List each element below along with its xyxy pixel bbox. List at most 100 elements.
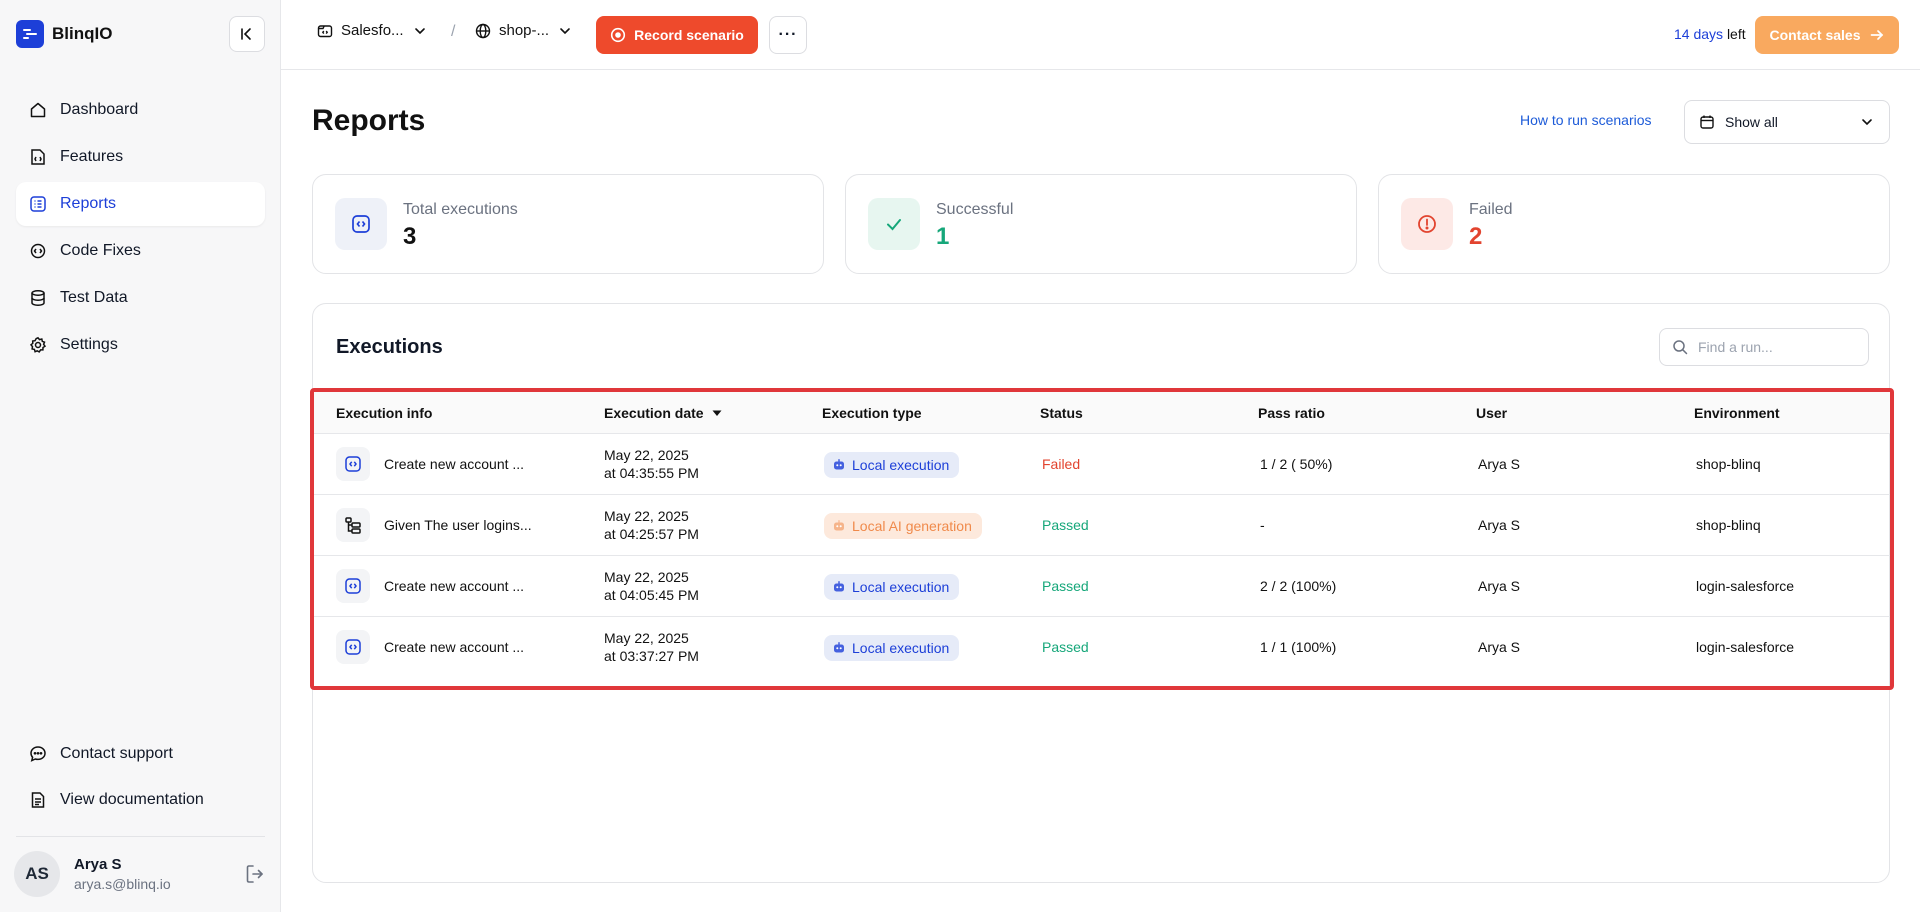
execution-date: May 22, 2025 at 03:37:27 PM (604, 629, 699, 665)
execution-date: May 22, 2025 at 04:25:57 PM (604, 507, 699, 543)
database-icon (28, 288, 48, 308)
table-row[interactable]: Create new account ... May 22, 2025 at 0… (314, 556, 1890, 617)
project-selector[interactable]: Salesfo... (317, 22, 428, 39)
logout-icon[interactable] (244, 863, 266, 885)
sidebar-item-label: Test Data (60, 289, 128, 306)
top-bar: Salesfo... / shop-... Record scenario ··… (281, 0, 1920, 70)
table-row[interactable]: Create new account ... May 22, 2025 at 0… (314, 617, 1890, 678)
column-user[interactable]: User (1476, 405, 1507, 421)
execution-info[interactable]: Given The user logins... (384, 517, 532, 533)
search-box[interactable] (1659, 328, 1869, 366)
trial-status: 14 days left (1674, 26, 1746, 42)
search-input[interactable] (1698, 339, 1848, 355)
features-icon (28, 147, 48, 167)
sidebar-nav: Dashboard Features Reports Code Fixes Te… (16, 88, 265, 370)
robot-icon (834, 459, 844, 470)
execution-type-badge: Local AI generation (824, 513, 982, 539)
how-to-run-link[interactable]: How to run scenarios (1520, 112, 1652, 128)
contact-sales-button[interactable]: Contact sales (1755, 16, 1899, 54)
user-name: Arya S (1478, 517, 1521, 533)
execution-info[interactable]: Create new account ... (384, 456, 524, 472)
record-scenario-button[interactable]: Record scenario (596, 16, 758, 54)
column-execution-info[interactable]: Execution info (336, 405, 432, 421)
globe-icon (475, 23, 491, 38)
failed-card: Failed 2 (1378, 174, 1890, 274)
environment-selector[interactable]: shop-... (475, 22, 573, 39)
total-executions-card: Total executions 3 (312, 174, 824, 274)
sort-desc-icon[interactable] (710, 406, 724, 420)
record-icon (611, 27, 626, 43)
arrow-right-icon (1870, 30, 1883, 40)
view-documentation-label: View documentation (60, 791, 204, 808)
sidebar-divider (16, 836, 265, 837)
user-name: Arya S (1478, 578, 1521, 594)
sidebar: BlinqIO Dashboard Features Reports Code … (0, 0, 281, 912)
execution-info[interactable]: Create new account ... (384, 639, 524, 655)
failed-value: 2 (1469, 223, 1483, 250)
trial-days: 14 days (1674, 26, 1724, 42)
status-badge: Failed (1042, 456, 1081, 472)
environment-name: login-salesforce (1696, 639, 1795, 655)
search-icon (1673, 340, 1688, 355)
sidebar-item-label: Reports (60, 195, 117, 212)
project-icon (317, 24, 333, 37)
execution-date: May 22, 2025 at 04:35:55 PM (604, 446, 699, 482)
view-documentation-link[interactable]: View documentation (16, 778, 265, 822)
sidebar-item-dashboard[interactable]: Dashboard (16, 88, 265, 132)
user-name: Arya S (1478, 639, 1521, 655)
robot-icon (834, 581, 844, 592)
execution-type-label: Local execution (852, 579, 950, 595)
execution-date-time: at 04:35:55 PM (604, 465, 699, 481)
collapse-icon (241, 28, 251, 40)
sidebar-item-reports[interactable]: Reports (16, 182, 265, 226)
column-environment[interactable]: Environment (1694, 405, 1780, 421)
sidebar-item-features[interactable]: Features (16, 135, 265, 179)
sidebar-item-code-fixes[interactable]: Code Fixes (16, 229, 265, 273)
contact-support-link[interactable]: Contact support (16, 732, 265, 776)
user-profile[interactable]: AS Arya S arya.s@blinq.io (14, 851, 171, 897)
column-execution-type[interactable]: Execution type (822, 405, 922, 421)
environment-name: shop-... (499, 22, 550, 39)
chevron-down-icon (560, 27, 570, 34)
execution-date-time: at 04:25:57 PM (604, 526, 699, 542)
column-status[interactable]: Status (1040, 405, 1083, 421)
table-row[interactable]: Given The user logins... May 22, 2025 at… (314, 495, 1890, 556)
sidebar-item-test-data[interactable]: Test Data (16, 276, 265, 320)
column-pass-ratio[interactable]: Pass ratio (1258, 405, 1325, 421)
execution-date-time: at 04:05:45 PM (604, 587, 699, 603)
date-filter-dropdown[interactable]: Show all (1684, 100, 1890, 144)
execution-type-label: Local execution (852, 457, 950, 473)
column-execution-date[interactable]: Execution date (604, 405, 724, 421)
robot-icon (834, 520, 844, 531)
date-filter-value: Show all (1725, 114, 1778, 130)
robot-icon (834, 642, 844, 653)
execution-date: May 22, 2025 at 04:05:45 PM (604, 568, 699, 604)
executions-table: Execution info Execution date Execution … (310, 388, 1894, 690)
user-name: Arya S (1478, 456, 1521, 472)
column-execution-date-label: Execution date (604, 405, 704, 421)
app-name: BlinqIO (52, 24, 113, 43)
successful-value: 1 (936, 223, 950, 250)
more-options-button[interactable]: ··· (769, 16, 807, 54)
table-row[interactable]: Create new account ... May 22, 2025 at 0… (314, 434, 1890, 495)
contact-support-label: Contact support (60, 745, 173, 762)
reports-icon (28, 194, 48, 214)
trial-suffix: left (1726, 26, 1746, 42)
code-icon (335, 198, 387, 250)
execution-info[interactable]: Create new account ... (384, 578, 524, 594)
failed-label: Failed (1469, 201, 1513, 218)
execution-date-day: May 22, 2025 (604, 630, 689, 646)
sidebar-item-label: Code Fixes (60, 242, 141, 259)
sidebar-bottom-nav: Contact support View documentation (16, 732, 265, 824)
app-logo[interactable]: BlinqIO (16, 20, 112, 48)
total-executions-value: 3 (403, 223, 417, 250)
table-header: Execution info Execution date Execution … (314, 392, 1890, 434)
execution-type-label: Local AI generation (852, 518, 972, 534)
environment-name: login-salesforce (1696, 578, 1795, 594)
execution-date-time: at 03:37:27 PM (604, 648, 699, 664)
collapse-sidebar-button[interactable] (229, 16, 265, 52)
status-badge: Passed (1042, 639, 1089, 655)
execution-date-day: May 22, 2025 (604, 508, 689, 524)
sidebar-item-settings[interactable]: Settings (16, 323, 265, 367)
breadcrumb-separator: / (451, 23, 456, 40)
